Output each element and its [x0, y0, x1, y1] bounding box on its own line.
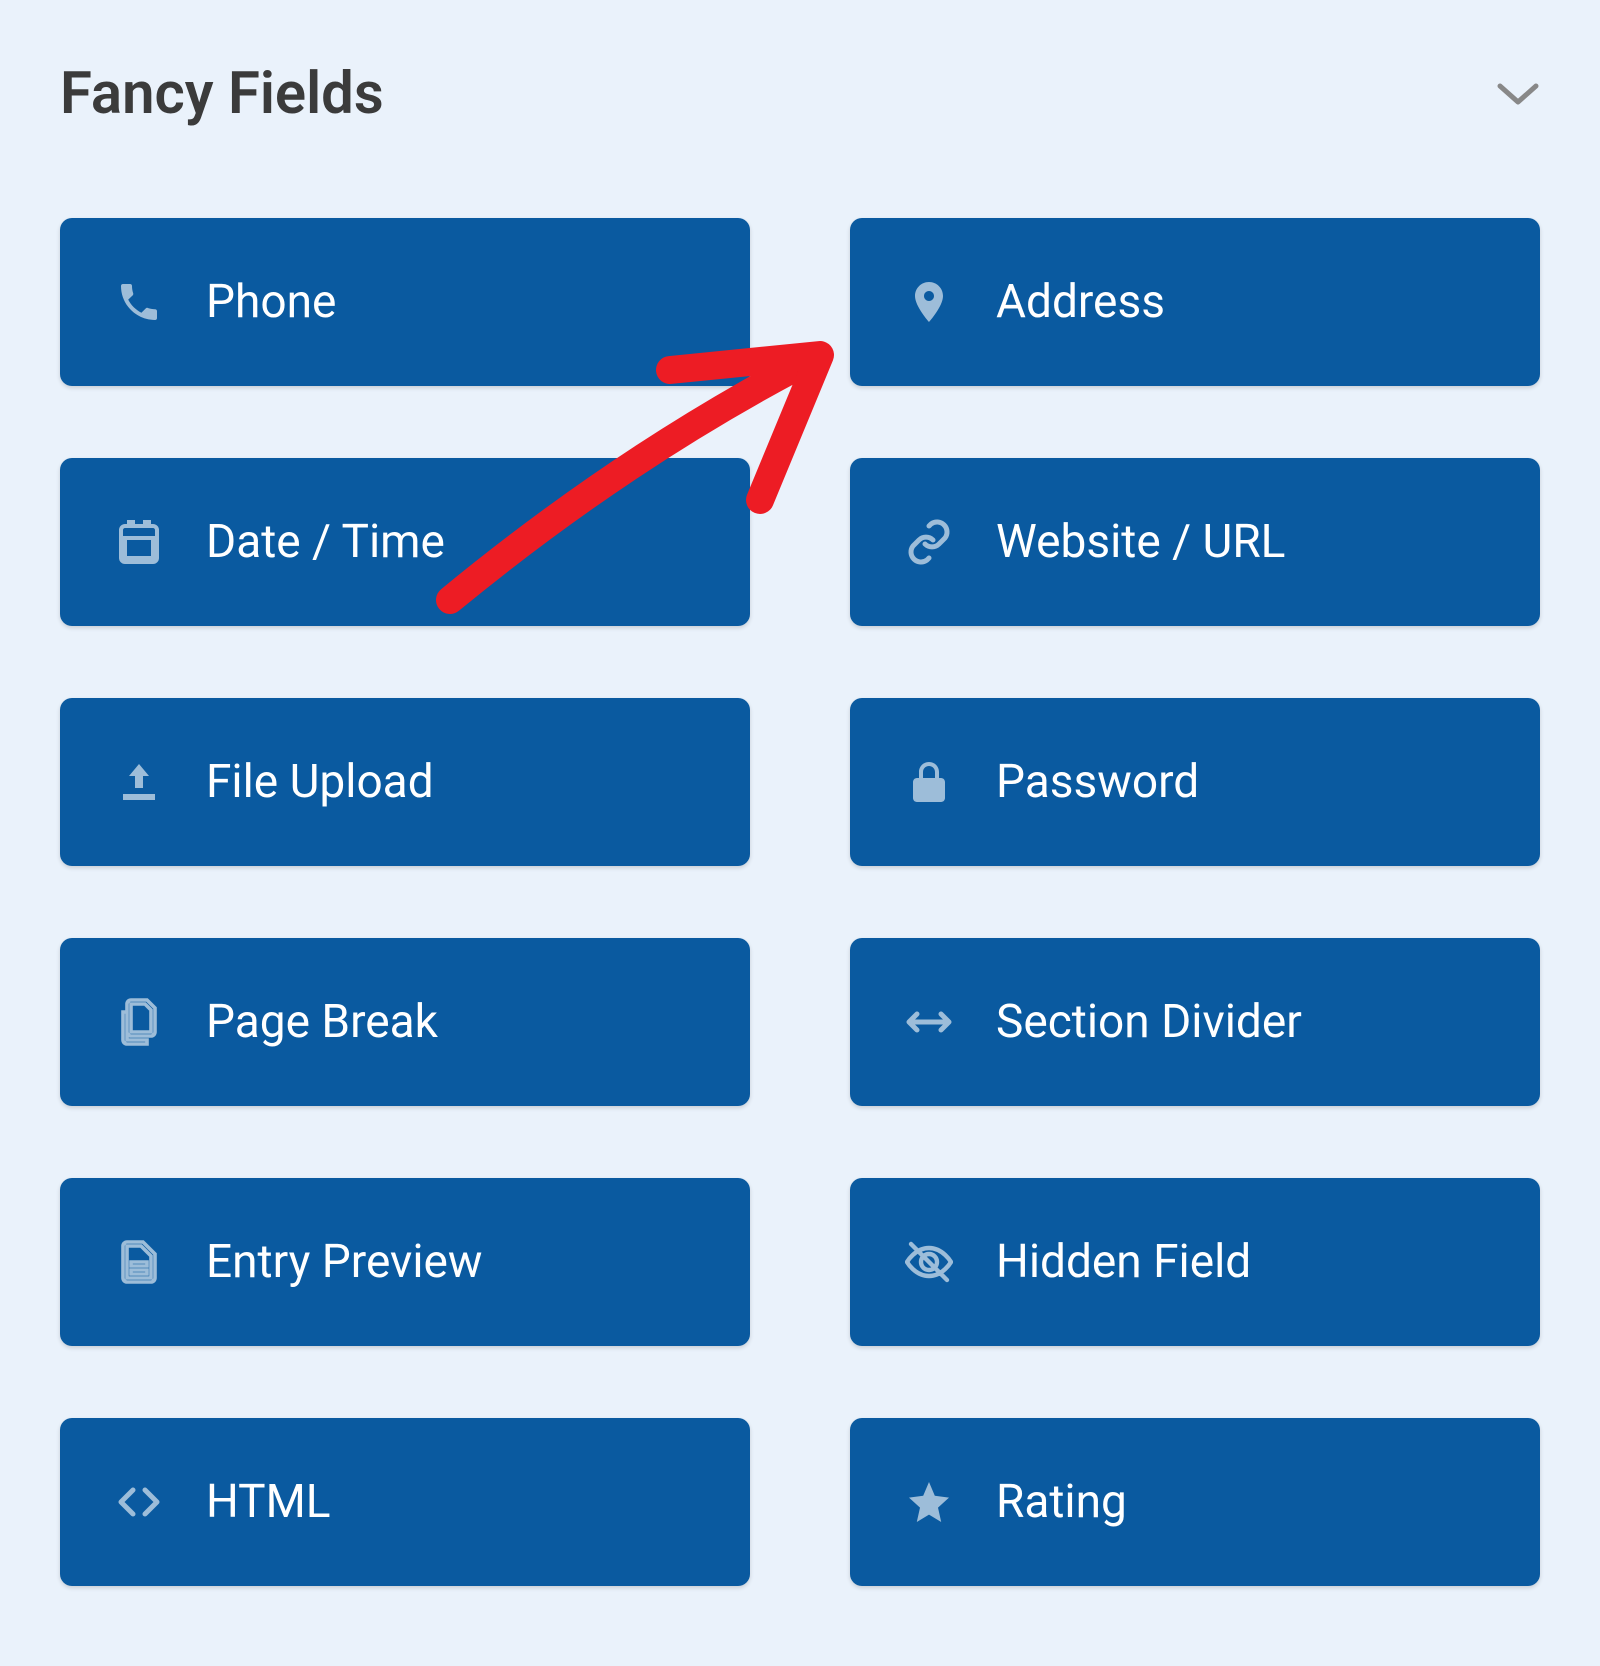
pin-icon [904, 277, 954, 327]
field-label: File Upload [206, 755, 434, 809]
panel-header[interactable]: Fancy Fields [60, 60, 1540, 128]
entry-preview-field-button[interactable]: Entry Preview [60, 1178, 750, 1346]
datetime-field-button[interactable]: Date / Time [60, 458, 750, 626]
html-field-button[interactable]: HTML [60, 1418, 750, 1586]
field-grid: Phone Address Date / Time Website / URL [60, 218, 1540, 1586]
field-label: Section Divider [996, 995, 1302, 1049]
field-label: Page Break [206, 995, 438, 1049]
password-field-button[interactable]: Password [850, 698, 1540, 866]
rating-field-button[interactable]: Rating [850, 1418, 1540, 1586]
fancy-fields-panel: Fancy Fields Phone Address Date / Time [0, 0, 1600, 1586]
star-icon [904, 1477, 954, 1527]
address-field-button[interactable]: Address [850, 218, 1540, 386]
code-icon [114, 1477, 164, 1527]
phone-icon [114, 277, 164, 327]
chevron-down-icon [1496, 72, 1540, 116]
phone-field-button[interactable]: Phone [60, 218, 750, 386]
field-label: Hidden Field [996, 1235, 1251, 1289]
pages-icon [114, 997, 164, 1047]
upload-icon [114, 757, 164, 807]
field-label: Rating [996, 1475, 1127, 1529]
lock-icon [904, 757, 954, 807]
hidden-field-button[interactable]: Hidden Field [850, 1178, 1540, 1346]
website-field-button[interactable]: Website / URL [850, 458, 1540, 626]
field-label: Address [996, 275, 1165, 329]
field-label: HTML [206, 1475, 331, 1529]
field-label: Phone [206, 275, 336, 329]
section-divider-field-button[interactable]: Section Divider [850, 938, 1540, 1106]
field-label: Website / URL [996, 515, 1285, 569]
calendar-icon [114, 517, 164, 567]
field-label: Password [996, 755, 1199, 809]
file-upload-field-button[interactable]: File Upload [60, 698, 750, 866]
panel-title: Fancy Fields [60, 60, 384, 128]
document-icon [114, 1237, 164, 1287]
divider-icon [904, 997, 954, 1047]
page-break-field-button[interactable]: Page Break [60, 938, 750, 1106]
link-icon [904, 517, 954, 567]
eye-off-icon [904, 1237, 954, 1287]
field-label: Entry Preview [206, 1235, 482, 1289]
field-label: Date / Time [206, 515, 445, 569]
